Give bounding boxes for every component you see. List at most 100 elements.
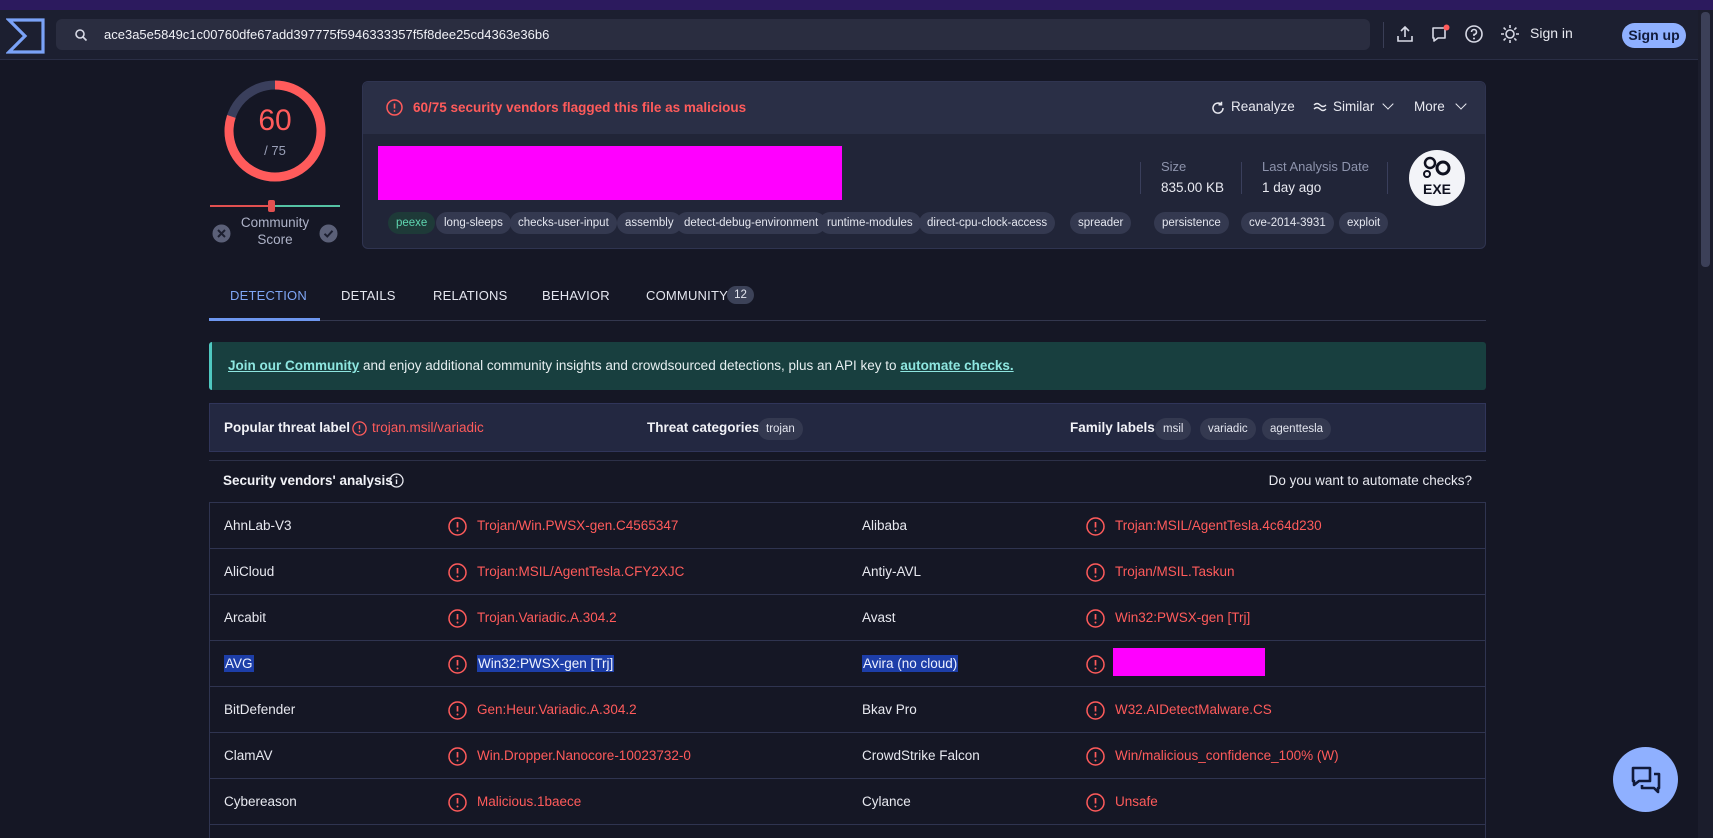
popular-threat-label: Popular threat label [224,420,351,435]
last-analysis-value: 1 day ago [1262,180,1322,195]
tab-community[interactable]: COMMUNITY [646,288,728,303]
alert-circle-icon [352,421,367,436]
vendor-name: Bkav Pro [862,702,917,717]
file-tag[interactable]: spreader [1070,212,1132,234]
vendor-row: Cybereason Malicious.1baece Cylance Unsafe [210,779,1485,825]
sign-in-link[interactable]: Sign in [1530,25,1573,41]
vendor-name: Cylance [862,794,911,809]
info-icon[interactable] [389,473,404,488]
meta-divider [1140,162,1141,194]
threat-categories-label: Threat categories [647,420,760,435]
tab-relations[interactable]: RELATIONS [433,288,508,303]
automate-checks-link[interactable]: automate checks. [900,358,1013,373]
top-accent-strip [0,0,1713,10]
vendor-result: Unsafe [1115,794,1158,809]
upload-icon[interactable] [1395,24,1415,44]
chevron-down-icon [1382,98,1394,110]
similar-dropdown[interactable]: Similar [1313,98,1394,114]
scrollbar-thumb[interactable] [1701,12,1710,267]
notifications-chat-icon[interactable] [1430,24,1450,44]
community-score-label: Community Score [240,215,310,247]
help-icon[interactable] [1464,24,1484,44]
malicious-alert-icon [1086,563,1105,582]
malicious-alert-icon [1086,793,1105,812]
file-tag[interactable]: assembly [617,212,682,234]
active-tab-indicator [209,318,320,321]
file-tag[interactable]: checks-user-input [510,212,617,234]
vendor-name: Avast [862,610,896,625]
malicious-alert-icon [448,655,467,674]
redacted-file-name [378,146,842,200]
vendor-row: AliCloud Trojan:MSIL/AgentTesla.CFY2XJC An… [210,549,1485,595]
size-value: 835.00 KB [1161,180,1225,195]
malicious-alert-icon [1086,517,1105,536]
vendor-result: Gen:Heur.Variadic.A.304.2 [477,702,637,717]
vendor-result: Malicious.1baece [477,794,582,809]
file-tag[interactable]: long-sleeps [436,212,511,234]
file-card-header: 60/75 security vendors flagged this file… [363,82,1485,134]
community-score-marker [268,200,275,212]
vendors-title: Security vendors' analysis [223,473,393,488]
top-header: Sign in Sign up [0,10,1698,60]
tab-detection[interactable]: DETECTION [230,288,307,303]
file-tag[interactable]: runtime-modules [819,212,921,234]
family-label-pill[interactable]: agenttesla [1262,418,1332,440]
vendor-row: AhnLab-V3 Trojan/Win.PWSX-gen.C4565347 Ali… [210,503,1485,549]
vendor-result: Trojan.Variadic.A.304.2 [477,610,617,625]
vote-harmless-icon[interactable] [319,224,338,243]
threat-category-pill[interactable]: trojan [758,418,803,440]
alert-circle-icon [386,99,403,116]
vendor-name: AhnLab-V3 [224,518,292,533]
theme-sun-icon[interactable] [1500,24,1520,44]
malicious-alert-icon [1086,609,1105,628]
file-tag[interactable]: peexe [388,212,436,234]
file-tag[interactable]: detect-debug-environment [676,212,827,234]
malicious-alert-icon [448,747,467,766]
community-banner: Join our Community and enjoy additional … [209,342,1486,390]
more-dropdown[interactable]: More [1414,98,1467,114]
vendor-result: Trojan/MSIL.Taskun [1115,564,1235,579]
similar-icon [1313,102,1327,112]
vendor-result: Win32:PWSX-gen [Trj] [1115,610,1251,625]
vendor-name: Antiy-AVL [862,564,922,579]
file-tag[interactable]: persistence [1154,212,1229,234]
popular-threat-value[interactable]: trojan.msil/variadic [372,420,484,435]
malicious-flag-text: 60/75 security vendors flagged this file… [413,100,747,115]
page-scrollbar[interactable] [1698,10,1713,838]
header-divider [1383,22,1384,48]
detection-count: 60 [258,104,292,137]
tab-behavior[interactable]: BEHAVIOR [542,288,610,303]
vote-malicious-icon[interactable] [212,224,231,243]
search-bar[interactable] [56,19,1370,50]
join-community-link[interactable]: Join our Community [228,358,359,373]
automate-checks-prompt[interactable]: Do you want to automate checks? [1269,473,1472,488]
file-tag[interactable]: direct-cpu-clock-access [919,212,1056,234]
chat-button[interactable] [1613,747,1678,812]
vendor-result: Win/malicious_confidence_100% (W) [1115,748,1339,763]
vendor-row: BitDefender Gen:Heur.Variadic.A.304.2 Bkav… [210,687,1485,733]
malicious-alert-icon [1086,655,1105,674]
file-tag[interactable]: cve-2014-3931 [1241,212,1334,234]
community-count-badge: 12 [727,286,754,304]
vendor-name: AliCloud [224,564,275,579]
family-label-pill[interactable]: msil [1155,418,1192,440]
sign-up-button[interactable]: Sign up [1622,23,1686,48]
malicious-alert-icon [448,701,467,720]
search-input[interactable] [104,19,1354,50]
file-tag[interactable]: exploit [1339,212,1389,234]
vendor-result: Trojan:MSIL/AgentTesla.CFY2XJC [477,564,685,579]
search-icon [75,29,88,42]
vendor-result: Win32:PWSX-gen [Trj] [477,655,615,672]
vendor-result: Win.Dropper.Nanocore-10023732-0 [477,748,691,763]
vendors-section-header: Security vendors' analysis Do you want t… [209,460,1486,502]
vendor-name: CrowdStrike Falcon [862,748,980,763]
virustotal-logo-icon[interactable] [6,16,46,56]
chevron-down-icon [1454,98,1467,110]
detection-total: / 75 [264,143,286,158]
reanalyze-button[interactable]: Reanalyze [1211,99,1295,114]
family-label-pill[interactable]: variadic [1200,418,1256,440]
vendor-name: Avira (no cloud) [862,655,959,672]
vendor-result: Trojan/Win.PWSX-gen.C4565347 [477,518,679,533]
tab-details[interactable]: DETAILS [341,288,396,303]
malicious-alert-icon [448,609,467,628]
